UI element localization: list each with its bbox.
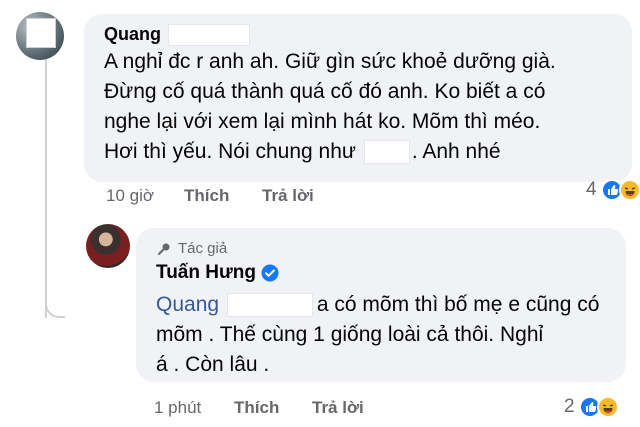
reply-reaction-count: 2 (564, 396, 575, 417)
comment-line-4-end: . Anh nhé (411, 140, 501, 163)
reply-like-button[interactable]: Thích (234, 398, 279, 418)
author-badge: Tác giả (156, 240, 227, 257)
thread-line (45, 58, 47, 318)
reply-reactions[interactable]: 2 (564, 396, 619, 418)
commenter-avatar[interactable] (16, 12, 64, 60)
comment-line-3: nghe lại với xem lại mình hát ko. Mõm th… (104, 110, 541, 133)
reply-line-1-text: a có mõm thì bố mẹ e cũng có (316, 293, 600, 316)
reply-mention[interactable]: Quang (156, 293, 219, 316)
comment-line-2: Đừng cố quá thành quá cố đó anh. Ko biết… (104, 80, 546, 103)
comment-like-button[interactable]: Thích (184, 186, 229, 206)
comment-reply-label: Trả lời (262, 186, 314, 205)
comment-reactions[interactable]: 4 (586, 179, 640, 201)
haha-reaction-icon (596, 396, 619, 418)
comment-line-4-start: Hơi thì yếu. Nói chung như (104, 140, 356, 163)
text-redaction (363, 140, 410, 165)
comment-author-name[interactable]: Quang (104, 24, 161, 44)
comment-time[interactable]: 10 giờ (106, 186, 154, 206)
reply-like-label: Thích (234, 398, 280, 417)
comment-reply-button[interactable]: Trả lời (262, 186, 314, 206)
reply-reply-label: Trả lời (312, 398, 364, 417)
comment-line-4: Hơi thì yếu. Nói chung như . Anh nhé (104, 137, 501, 167)
avatar-redaction (26, 18, 56, 48)
name-redaction (168, 24, 251, 47)
reply-author-name[interactable]: Tuấn Hưng (156, 262, 256, 283)
haha-reaction-icon (618, 179, 640, 201)
comment-line-1: A nghỉ đc r anh ah. Giữ gìn sức khoẻ dưỡ… (104, 50, 556, 73)
reply-reply-button[interactable]: Trả lời (312, 398, 364, 418)
comment-like-label: Thích (184, 186, 230, 205)
verified-badge-icon (261, 264, 279, 282)
microphone-icon (158, 243, 170, 255)
author-tag-label: Tác giả (178, 240, 228, 257)
reply-line-1: Quang a có mõm thì bố mẹ e cũng có (156, 290, 599, 320)
reply-line-2: mõm . Thế cùng 1 giống loài cả thôi. Ngh… (156, 323, 544, 346)
reply-author[interactable]: Tuấn Hưng (156, 262, 279, 284)
thread-connector (45, 296, 65, 318)
comment-reaction-count: 4 (586, 179, 597, 200)
comment-author[interactable]: Quang (104, 24, 251, 47)
mention-redaction (226, 293, 313, 318)
reply-line-3: á . Còn lâu . (156, 353, 270, 376)
reply-time[interactable]: 1 phút (154, 398, 201, 418)
author-avatar[interactable] (86, 224, 130, 268)
